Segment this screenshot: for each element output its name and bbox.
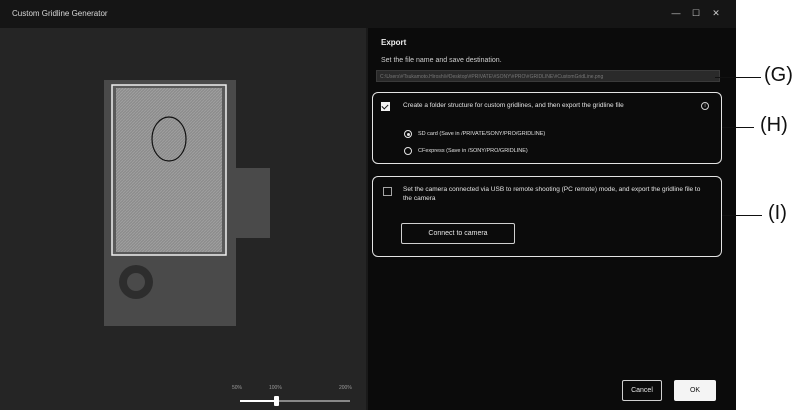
cfexpress-radio[interactable] xyxy=(404,147,412,155)
camera-export-group: Set the camera connected via USB to remo… xyxy=(372,176,722,257)
callout-label-i: (I) xyxy=(768,202,787,224)
connect-to-camera-button[interactable]: Connect to camera xyxy=(401,223,515,244)
callout-line-i xyxy=(722,215,762,217)
minimize-button[interactable]: — xyxy=(667,5,685,21)
zoom-mid-label: 100% xyxy=(269,385,282,391)
close-button[interactable]: ✕ xyxy=(707,5,725,21)
info-icon[interactable]: i xyxy=(701,102,709,110)
cfexpress-label: CFexpress (Save in /SONY/PRO/GRIDLINE) xyxy=(418,148,528,154)
sd-card-label: SD card (Save in /PRIVATE/SONY/PRO/GRIDL… xyxy=(418,131,546,137)
gridline-edit-area[interactable] xyxy=(114,87,224,253)
zoom-scale-labels: 50% 100% 200% xyxy=(232,385,356,395)
export-heading: Export xyxy=(381,38,407,47)
ok-button[interactable]: OK xyxy=(674,380,716,401)
folder-structure-label: Create a folder structure for custom gri… xyxy=(403,102,624,109)
callout-line-h xyxy=(722,127,754,129)
camera-export-checkbox[interactable] xyxy=(383,187,392,196)
zoom-min-label: 50% xyxy=(232,385,243,391)
callout-label-h: (H) xyxy=(760,114,788,136)
zoom-slider-fill xyxy=(240,400,277,402)
export-settings-pane: Export Set the file name and save destin… xyxy=(368,28,736,410)
preview-pane: 50% 100% 200% xyxy=(0,28,366,410)
folder-structure-checkbox[interactable] xyxy=(381,102,390,111)
zoom-slider[interactable] xyxy=(240,396,350,406)
folder-structure-group: Create a folder structure for custom gri… xyxy=(372,92,722,164)
title-bar: Custom Gridline Generator — ☐ ✕ xyxy=(0,0,736,28)
save-path-field[interactable]: C:\Users\#Tsukamoto.Hiroshi\#Desktop\#PR… xyxy=(376,70,720,82)
camera-export-label: Set the camera connected via USB to remo… xyxy=(403,186,701,202)
zoom-slider-thumb[interactable] xyxy=(274,396,280,406)
zoom-max-label: 200% xyxy=(339,385,352,391)
callout-line-g xyxy=(715,77,761,79)
callout-label-g: (G) xyxy=(764,64,793,86)
window-title: Custom Gridline Generator xyxy=(12,9,108,18)
maximize-button[interactable]: ☐ xyxy=(687,5,705,21)
sd-card-radio[interactable] xyxy=(404,130,412,138)
export-instruction: Set the file name and save destination. xyxy=(381,57,502,64)
cancel-button[interactable]: Cancel xyxy=(622,380,662,401)
app-window: Custom Gridline Generator — ☐ ✕ 50% 100%… xyxy=(0,0,736,410)
